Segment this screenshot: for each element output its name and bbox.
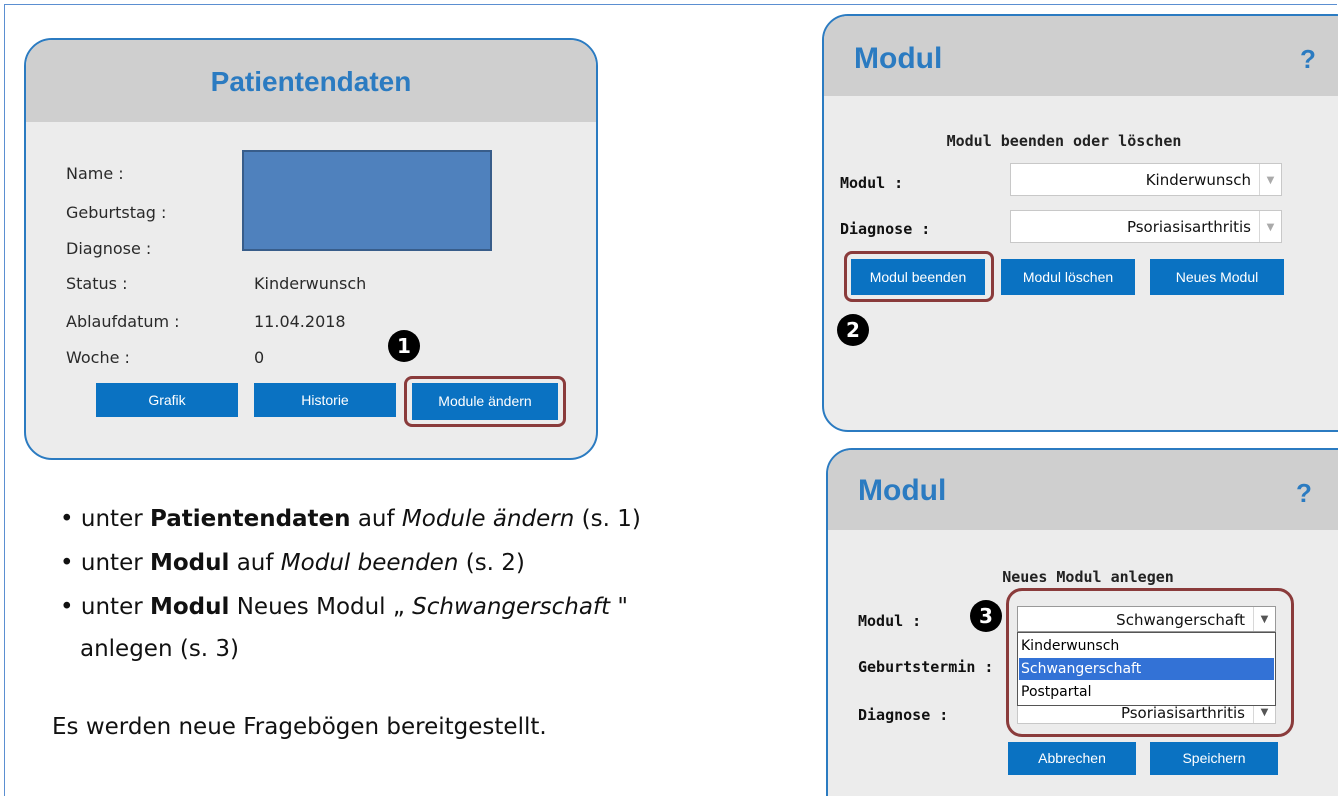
modul-new-modul-label: Modul : — [858, 612, 922, 630]
bullet-dot: • — [60, 506, 81, 532]
modul-end-diagnose-label: Diagnose : — [840, 220, 931, 238]
instruction-2: • unter Modul auf Modul beenden (s. 2) — [60, 550, 525, 576]
ablaufdatum-value: 11.04.2018 — [254, 312, 346, 331]
ablaufdatum-label: Ablaufdatum : — [66, 312, 180, 331]
instructions-footer: Es werden neue Fragebögen bereitgestellt… — [52, 714, 547, 740]
historie-button[interactable]: Historie — [254, 383, 396, 417]
step-3-marker: 3 — [970, 600, 1002, 632]
name-label: Name : — [66, 164, 124, 183]
instruction-2-italic: Modul beenden — [280, 550, 459, 576]
instruction-3: • unter Modul Neues Modul „ Schwangersch… — [60, 594, 628, 620]
patientendaten-title: Patientendaten — [210, 66, 412, 97]
grafik-button[interactable]: Grafik — [96, 383, 238, 417]
modul-new-help-icon[interactable]: ? — [1296, 478, 1312, 509]
instruction-1-bold: Patientendaten — [149, 506, 351, 532]
instruction-1: • unter Patientendaten auf Module ändern… — [60, 506, 641, 532]
step-1-marker: 1 — [388, 330, 420, 362]
modul-end-subtitle: Modul beenden oder löschen — [946, 132, 1182, 150]
geburtstermin-label: Geburtstermin : — [858, 658, 994, 676]
highlight-modul-dropdown — [1006, 588, 1294, 737]
module-aendern-button[interactable]: Module ändern — [412, 383, 558, 420]
modul-end-modul-select[interactable]: Kinderwunsch ▼ — [1010, 163, 1282, 196]
speichern-button[interactable]: Speichern — [1150, 742, 1278, 775]
modul-end-modul-label: Modul : — [840, 174, 904, 192]
bullet-dot: • — [60, 594, 81, 620]
instruction-2-pre: unter — [80, 550, 150, 576]
instruction-3-pre: unter — [80, 594, 150, 620]
chevron-down-icon: ▼ — [1259, 164, 1281, 195]
modul-end-diagnose-value: Psoriasisarthritis — [1126, 218, 1251, 236]
patientendaten-header: Patientendaten — [26, 40, 596, 122]
instruction-3-italic: Schwangerschaft — [412, 594, 611, 620]
abbrechen-button[interactable]: Abbrechen — [1008, 742, 1136, 775]
neues-modul-button[interactable]: Neues Modul — [1150, 259, 1284, 295]
modul-end-diagnose-select[interactable]: Psoriasisarthritis ▼ — [1010, 210, 1282, 243]
modul-end-title: Modul — [854, 42, 943, 75]
woche-value: 0 — [254, 348, 265, 367]
modul-end-modul-value: Kinderwunsch — [1145, 171, 1251, 189]
instruction-1-mid: auf — [350, 506, 402, 532]
modul-end-help-icon[interactable]: ? — [1300, 44, 1316, 75]
step-2-marker: 2 — [837, 314, 869, 346]
instruction-3-mid: Neues Modul „ — [229, 594, 413, 620]
instruction-3-line2: anlegen (s. 3) — [80, 636, 240, 662]
modul-new-title: Modul — [858, 474, 947, 507]
modul-beenden-button[interactable]: Modul beenden — [851, 259, 985, 295]
instruction-3-post: " — [610, 594, 628, 620]
instruction-1-italic: Module ändern — [401, 506, 575, 532]
diagnose-label: Diagnose : — [66, 239, 152, 258]
instruction-3-bold: Modul — [149, 594, 230, 620]
status-value: Kinderwunsch — [254, 274, 367, 293]
instruction-1-post: (s. 1) — [574, 506, 641, 532]
instruction-2-bold: Modul — [149, 550, 230, 576]
modul-new-diagnose-label: Diagnose : — [858, 706, 949, 724]
chevron-down-icon: ▼ — [1259, 211, 1281, 242]
instruction-2-post: (s. 2) — [458, 550, 525, 576]
instruction-2-mid: auf — [229, 550, 281, 576]
woche-label: Woche : — [66, 348, 130, 367]
redacted-name-block — [242, 150, 492, 251]
instruction-1-pre: unter — [80, 506, 150, 532]
modul-loeschen-button[interactable]: Modul löschen — [1001, 259, 1135, 295]
status-label: Status : — [66, 274, 128, 293]
modul-new-subtitle: Neues Modul anlegen — [1002, 568, 1174, 586]
bullet-dot: • — [60, 550, 81, 576]
geburtstag-label: Geburtstag : — [66, 203, 167, 222]
